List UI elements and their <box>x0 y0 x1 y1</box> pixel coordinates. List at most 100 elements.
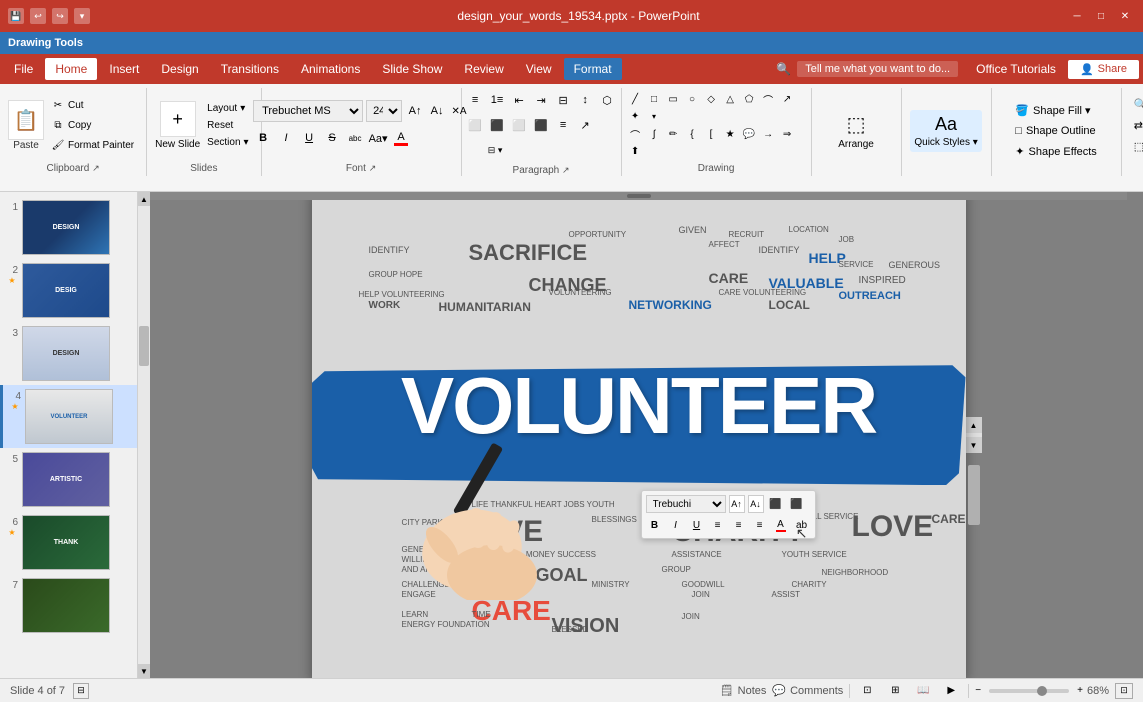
cut-button[interactable]: ✂ Cut <box>47 97 138 115</box>
slide-sorter-btn[interactable]: ⊞ <box>884 682 906 700</box>
arrange-button[interactable]: ⬚ Arrange <box>838 112 874 150</box>
bullets-btn[interactable]: ≡ <box>465 90 485 110</box>
share-button[interactable]: 👤 Share <box>1068 60 1139 79</box>
slide-thumb-2[interactable]: 2 ★ DESIG <box>0 259 137 322</box>
shape-star[interactable]: ★ <box>721 127 739 143</box>
smallcaps-btn[interactable]: abc <box>345 128 365 148</box>
slide-thumb-6[interactable]: 6 ★ THANK <box>0 511 137 574</box>
shape-freeform[interactable]: ✏ <box>664 127 682 143</box>
fit-window-btn[interactable]: ⊡ <box>1115 683 1133 699</box>
font-size-select[interactable]: 24 <box>366 100 402 122</box>
slide-thumb-3[interactable]: 3 DESIGN <box>0 322 137 385</box>
menu-slideshow[interactable]: Slide Show <box>372 58 452 80</box>
direction-btn[interactable]: ↕ <box>575 90 595 110</box>
mini-underline-btn[interactable]: U <box>688 516 706 534</box>
shape-arc[interactable]: ⌒ <box>626 127 644 143</box>
redo-icon[interactable]: ↪ <box>52 8 68 24</box>
scroll-down-btn[interactable]: ▼ <box>966 437 982 453</box>
format-painter-button[interactable]: 🖌 Format Painter <box>47 137 138 155</box>
shape-brace[interactable]: { <box>683 127 701 143</box>
menu-format[interactable]: Format <box>564 58 622 80</box>
justify-btn[interactable]: ⬛ <box>531 115 551 135</box>
mini-italic-btn[interactable]: I <box>667 516 685 534</box>
shape-arrow3[interactable]: ⬆ <box>626 144 644 160</box>
mini-fontcolor-btn[interactable]: A <box>772 516 790 534</box>
notes-button[interactable]: 🗒 Notes <box>720 684 767 697</box>
shape-round-rect[interactable]: ▭ <box>664 92 682 108</box>
section-button[interactable]: Section ▾ <box>203 135 252 150</box>
numbering-btn[interactable]: 1≡ <box>487 90 507 110</box>
decrease-indent-btn[interactable]: ⇤ <box>509 90 529 110</box>
mini-bold-btn[interactable]: B <box>646 516 664 534</box>
increase-indent-btn[interactable]: ⇥ <box>531 90 551 110</box>
decrease-font-btn[interactable]: A↓ <box>427 101 447 121</box>
columns-btn[interactable]: ⊟ <box>553 90 573 110</box>
scroll-up-btn[interactable]: ▲ <box>966 417 982 433</box>
customize-icon[interactable]: ▾ <box>74 8 90 24</box>
align-right-btn[interactable]: ⬜ <box>509 115 529 135</box>
shape-pentagon[interactable]: ⬠ <box>740 92 758 108</box>
shape-callout[interactable]: 💬 <box>740 127 758 143</box>
para-expand-btn[interactable]: ↗ <box>575 115 595 135</box>
close-button[interactable]: ✕ <box>1115 8 1135 24</box>
panel-scroll-thumb[interactable] <box>139 326 149 366</box>
office-tutorials-link[interactable]: Office Tutorials <box>966 58 1066 80</box>
mini-align-center[interactable]: ≡ <box>730 516 748 534</box>
shape-circle[interactable]: ○ <box>683 92 701 108</box>
slide-thumb-4[interactable]: 4 ★ VOLUNTEER <box>0 385 137 448</box>
font-name-select[interactable]: Trebuchet MS <box>253 100 363 122</box>
italic-btn[interactable]: I <box>276 128 296 148</box>
slide-thumb-5[interactable]: 5 ARTISTIC <box>0 448 137 511</box>
bold-btn[interactable]: B <box>253 128 273 148</box>
scroll-thumb[interactable] <box>968 465 980 525</box>
strikethrough-btn[interactable]: S <box>322 128 342 148</box>
shape-bracket[interactable]: [ <box>702 127 720 143</box>
shape-arrow1[interactable]: → <box>759 127 777 143</box>
zoom-slider[interactable] <box>989 689 1069 693</box>
changecase-btn[interactable]: Aa▾ <box>368 128 388 148</box>
smartart-btn[interactable]: ⬡ <box>597 90 617 110</box>
normal-view-btn[interactable]: ⊡ <box>856 682 878 700</box>
paragraph-expand-btn[interactable]: ⊟ ▾ <box>465 140 525 160</box>
mini-decrease-size[interactable]: A↓ <box>748 495 764 513</box>
mini-align2[interactable]: ⬛ <box>788 495 806 513</box>
menu-transitions[interactable]: Transitions <box>211 58 289 80</box>
shape-outline-button[interactable]: □ Shape Outline <box>1011 123 1101 139</box>
underline-btn[interactable]: U <box>299 128 319 148</box>
shape-other3[interactable]: ✦ <box>626 109 644 125</box>
shape-rect[interactable]: □ <box>645 92 663 108</box>
shape-triangle[interactable]: △ <box>721 92 739 108</box>
save-icon[interactable]: 💾 <box>8 8 24 24</box>
shape-other1[interactable]: ⌒ <box>759 92 777 108</box>
mini-highlight-btn[interactable]: ab <box>793 516 811 534</box>
shape-effects-button[interactable]: ✦ Shape Effects <box>1011 143 1101 160</box>
fontcolor-btn[interactable]: A <box>391 128 411 148</box>
reset-button[interactable]: Reset <box>203 118 252 133</box>
mini-align-right[interactable]: ≡ <box>751 516 769 534</box>
zoom-out-btn[interactable]: − <box>975 685 981 696</box>
minimize-button[interactable]: ─ <box>1067 8 1087 24</box>
tell-me-box[interactable]: Tell me what you want to do... <box>797 61 958 77</box>
menu-design[interactable]: Design <box>151 58 208 80</box>
slide-thumb-1[interactable]: 1 DESIGN <box>0 196 137 259</box>
line-spacing-btn[interactable]: ≡ <box>553 115 573 135</box>
shape-arrow2[interactable]: ⇒ <box>778 127 796 143</box>
menu-animations[interactable]: Animations <box>291 58 370 80</box>
layout-button[interactable]: Layout ▾ <box>203 101 252 116</box>
reading-view-btn[interactable]: 📖 <box>912 682 934 700</box>
shape-curve[interactable]: ∫ <box>645 127 663 143</box>
mini-align-left[interactable]: ≡ <box>709 516 727 534</box>
zoom-in-btn[interactable]: + <box>1077 685 1083 696</box>
replace-button[interactable]: ⇄ Replace <box>1130 117 1143 134</box>
paste-button[interactable]: 📋 Paste <box>8 100 44 151</box>
panel-scroll-up[interactable]: ▲ <box>138 192 150 206</box>
menu-home[interactable]: Home <box>45 58 97 80</box>
undo-icon[interactable]: ↩ <box>30 8 46 24</box>
main-volunteer-text[interactable]: VOLUNTEER <box>401 360 876 452</box>
menu-view[interactable]: View <box>516 58 562 80</box>
menu-insert[interactable]: Insert <box>99 58 149 80</box>
shape-fill-button[interactable]: 🪣 Shape Fill ▾ <box>1011 102 1101 119</box>
mini-increase-size[interactable]: A↑ <box>729 495 745 513</box>
increase-font-btn[interactable]: A↑ <box>405 101 425 121</box>
select-button[interactable]: ⬚ Select ▾ <box>1130 138 1143 155</box>
